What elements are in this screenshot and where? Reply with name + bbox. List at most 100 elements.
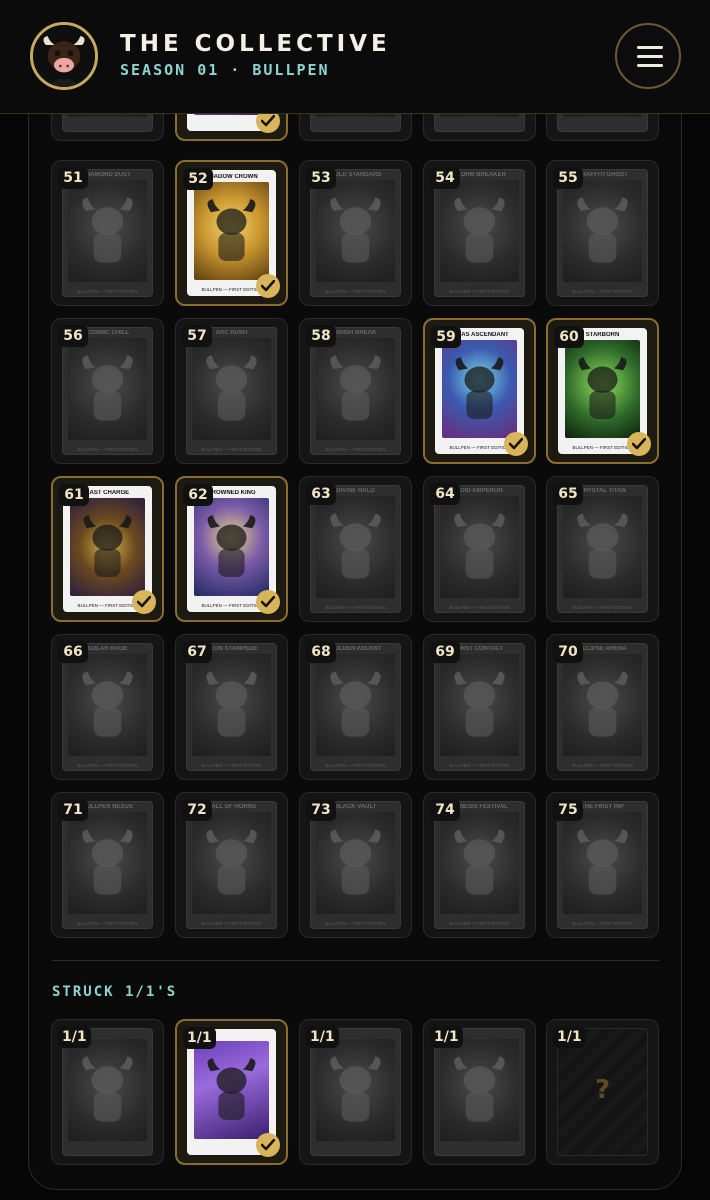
collection-card[interactable] — [51, 113, 164, 141]
card-footer: BULLPEN — FIRST EDITION — [77, 289, 138, 294]
card-artwork — [440, 180, 519, 282]
card-number-badge: 59 — [431, 326, 461, 348]
card-number-badge: 1/1 — [58, 1026, 91, 1048]
collection-card[interactable]: GENESIS FESTIVAL BULLPEN — FIRST EDITION 7… — [423, 792, 536, 938]
card-number-badge: 53 — [306, 167, 336, 189]
owned-check-icon — [504, 432, 528, 456]
card-number-badge: 70 — [553, 641, 583, 663]
collection-card[interactable]: SOLAR RAGE BULLPEN — FIRST EDITION 66 — [51, 634, 164, 780]
card-footer: BULLPEN — FIRST EDITION — [77, 447, 138, 452]
collection-card[interactable]: BLACK VAULT BULLPEN — FIRST EDITION 73 — [299, 792, 412, 938]
collection-card[interactable] — [423, 113, 536, 141]
card-artwork-frame — [62, 113, 153, 132]
card-footer: BULLPEN — FIRST EDITION — [201, 447, 262, 452]
collection-card[interactable]: DIAMOND DUST BULLPEN — FIRST EDITION 51 — [51, 160, 164, 306]
card-number-badge: 64 — [430, 483, 460, 505]
card-footer: BULLPEN — FIRST EDITION — [572, 763, 633, 768]
bull-avatar-logo[interactable] — [30, 22, 98, 90]
collection-card[interactable]: VOID EMPEROR BULLPEN — FIRST EDITION 64 — [423, 476, 536, 622]
owned-check-icon — [256, 1133, 280, 1157]
card-artwork — [440, 654, 519, 756]
collection-card[interactable]: GOLDEN ASCENT BULLPEN — FIRST EDITION 68 — [299, 634, 412, 780]
card-artwork — [194, 182, 269, 280]
collection-card[interactable]: 1/1 — [175, 1019, 288, 1165]
card-number-badge: 57 — [182, 325, 212, 347]
card-artwork-frame — [434, 113, 525, 132]
card-footer: BULLPEN — FIRST EDITION — [201, 921, 262, 926]
card-number-badge: 75 — [553, 799, 583, 821]
collection-card[interactable]: GOLD STANDARD BULLPEN — FIRST EDITION 53 — [299, 160, 412, 306]
owned-check-icon — [256, 590, 280, 614]
collection-card[interactable]: SHADOW CROWN BULLPEN — FIRST EDITION 52 — [175, 160, 288, 306]
card-footer: BULLPEN — FIRST EDITION — [325, 921, 386, 926]
card-footer: BULLPEN — FIRST EDITION — [77, 763, 138, 768]
card-number-badge: 54 — [430, 167, 460, 189]
app-title: THE COLLECTIVE — [120, 31, 391, 57]
card-number-badge: 52 — [183, 168, 213, 190]
collection-card[interactable]: ARC RUSH BULLPEN — FIRST EDITION 57 — [175, 318, 288, 464]
collection-card[interactable]: HALL OF HORNS BULLPEN — FIRST EDITION 72 — [175, 792, 288, 938]
owned-check-icon — [256, 113, 280, 133]
struck-section-label: STRUCK 1/1'S — [52, 984, 178, 1000]
card-artwork — [440, 496, 519, 598]
card-artwork — [316, 338, 395, 440]
collection-card[interactable]: DIVINE HALO BULLPEN — FIRST EDITION 63 — [299, 476, 412, 622]
collection-card[interactable]: CROWNED KING BULLPEN — FIRST EDITION 62 — [175, 476, 288, 622]
card-number-badge: 69 — [430, 641, 460, 663]
card-footer: BULLPEN — FIRST EDITION — [325, 289, 386, 294]
card-number-badge: 68 — [306, 641, 336, 663]
card-artwork — [68, 812, 147, 914]
card-number-badge: 73 — [306, 799, 336, 821]
card-artwork — [68, 180, 147, 282]
collection-card[interactable]: 1/1 — [299, 1019, 412, 1165]
card-artwork — [70, 498, 145, 596]
card-number-badge: 63 — [306, 483, 336, 505]
card-number-badge: 66 — [58, 641, 88, 663]
collection-card[interactable]: BRISH BREAK BULLPEN — FIRST EDITION 58 — [299, 318, 412, 464]
owned-check-icon — [627, 432, 651, 456]
card-artwork — [563, 654, 642, 756]
section-divider — [52, 960, 659, 961]
collection-card[interactable] — [175, 113, 288, 141]
card-number-badge: 72 — [182, 799, 212, 821]
card-footer: BULLPEN — FIRST EDITION — [449, 763, 510, 768]
card-artwork — [563, 180, 642, 282]
collection-card[interactable]: 1/1 — [51, 1019, 164, 1165]
collection-card[interactable]: THE FIRST RIP BULLPEN — FIRST EDITION 75 — [546, 792, 659, 938]
collection-card[interactable] — [299, 113, 412, 141]
card-number-badge: 1/1 — [553, 1026, 586, 1048]
card-footer: BULLPEN — FIRST EDITION — [325, 605, 386, 610]
collection-card[interactable]: BULLPEN NEXUS BULLPEN — FIRST EDITION 71 — [51, 792, 164, 938]
collection-card[interactable]: GRAFFITI GHOST BULLPEN — FIRST EDITION 55 — [546, 160, 659, 306]
menu-line — [637, 64, 663, 67]
card-artwork-frame — [310, 113, 401, 132]
card-number-badge: 1/1 — [183, 1027, 216, 1049]
collection-card[interactable] — [546, 113, 659, 141]
card-footer: BULLPEN — FIRST EDITION — [572, 921, 633, 926]
hamburger-menu-icon[interactable] — [615, 23, 681, 89]
card-artwork — [316, 1039, 395, 1141]
card-artwork — [68, 1039, 147, 1141]
collection-card[interactable]: ? 1/1 — [546, 1019, 659, 1165]
collection-card[interactable]: STARBORN BULLPEN — FIRST EDITION 60 — [546, 318, 659, 464]
card-number-badge: 65 — [553, 483, 583, 505]
menu-line — [637, 55, 663, 58]
card-artwork — [316, 496, 395, 598]
collection-card[interactable]: 1/1 — [423, 1019, 536, 1165]
collection-card[interactable]: ECLIPSE ARENA BULLPEN — FIRST EDITION 70 — [546, 634, 659, 780]
card-number-badge: 55 — [553, 167, 583, 189]
mystery-mark: ? — [594, 1075, 611, 1105]
collection-card[interactable]: STORM BREAKER BULLPEN — FIRST EDITION 54 — [423, 160, 536, 306]
card-footer: BULLPEN — FIRST EDITION — [325, 447, 386, 452]
card-footer: BULLPEN — FIRST EDITION — [325, 763, 386, 768]
card-number-badge: 71 — [58, 799, 88, 821]
collection-card[interactable]: NEON STAMPEDE BULLPEN — FIRST EDITION 67 — [175, 634, 288, 780]
collection-card[interactable]: COSMIC CHILL BULLPEN — FIRST EDITION 56 — [51, 318, 164, 464]
card-number-badge: 74 — [430, 799, 460, 821]
collection-card[interactable]: FIRST CONTACT BULLPEN — FIRST EDITION 69 — [423, 634, 536, 780]
collection-card[interactable]: LAST CHARGE BULLPEN — FIRST EDITION 61 — [51, 476, 164, 622]
collection-card[interactable]: MIDAS ASCENDANT BULLPEN — FIRST EDITION 59 — [423, 318, 536, 464]
card-artwork — [192, 338, 271, 440]
card-footer: BULLPEN — FIRST EDITION — [201, 763, 262, 768]
collection-card[interactable]: CRYSTAL TITAN BULLPEN — FIRST EDITION 65 — [546, 476, 659, 622]
